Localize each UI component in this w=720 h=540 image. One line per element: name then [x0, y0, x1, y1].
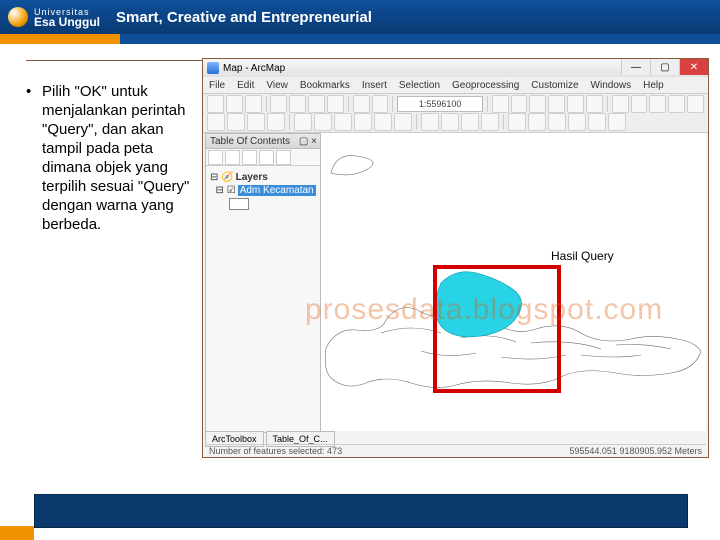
menubar[interactable]: File Edit View Bookmarks Insert Selectio…	[203, 77, 708, 93]
tool-icon[interactable]	[270, 95, 287, 113]
tool-icon[interactable]	[334, 113, 352, 131]
menu-geoprocessing[interactable]: Geoprocessing	[452, 80, 519, 91]
tool-icon[interactable]	[586, 95, 603, 113]
tool-icon[interactable]	[529, 95, 546, 113]
tool-icon[interactable]	[308, 95, 325, 113]
tool-icon[interactable]	[394, 113, 412, 131]
scale-field[interactable]: 1:5596100	[397, 96, 483, 112]
logo-icon	[8, 7, 28, 27]
close-button[interactable]: ✕	[679, 59, 708, 75]
app-icon	[207, 62, 219, 74]
tool-icon[interactable]	[492, 95, 509, 113]
slide-footer	[0, 492, 720, 540]
tool-icon[interactable]	[245, 95, 262, 113]
menu-bookmarks[interactable]: Bookmarks	[300, 80, 350, 91]
bullet-item: Pilih "OK" untuk menjalankan perintah "Q…	[26, 82, 196, 234]
minimize-button[interactable]: —	[621, 59, 650, 75]
label-hasil-query: Hasil Query	[551, 249, 614, 263]
layer-item[interactable]: ⊟ ☑ Adm Kecamatan	[210, 185, 316, 196]
tool-icon[interactable]	[354, 113, 372, 131]
tool-icon[interactable]	[441, 113, 459, 131]
menu-windows[interactable]: Windows	[591, 80, 632, 91]
slide-header: UniversitasEsa Unggul Smart, Creative an…	[0, 0, 720, 34]
highlight-box	[433, 265, 561, 393]
tool-icon[interactable]	[631, 95, 648, 113]
tool-icon[interactable]	[353, 95, 370, 113]
tool-icon[interactable]	[421, 113, 439, 131]
tagline: Smart, Creative and Entrepreneurial	[116, 9, 372, 26]
map-canvas[interactable]: Hasil Query prosesdata.blogspot.com	[321, 133, 706, 431]
tool-icon[interactable]	[481, 113, 499, 131]
titlebar: Map - ArcMap — ▢ ✕	[203, 59, 708, 77]
menu-file[interactable]: File	[209, 80, 225, 91]
tool-icon[interactable]	[687, 95, 704, 113]
tool-icon[interactable]	[267, 113, 285, 131]
tool-icon[interactable]	[548, 113, 566, 131]
layers-root[interactable]: ⊟ 🧭 Layers	[210, 172, 316, 183]
tool-icon[interactable]	[374, 113, 392, 131]
menu-insert[interactable]: Insert	[362, 80, 387, 91]
tool-icon[interactable]	[508, 113, 526, 131]
tool-icon[interactable]	[461, 113, 479, 131]
tool-icon[interactable]	[567, 95, 584, 113]
tool-icon[interactable]	[289, 95, 306, 113]
status-selection: Number of features selected: 473	[209, 446, 342, 456]
tool-icon[interactable]	[372, 95, 389, 113]
tool-icon[interactable]	[314, 113, 332, 131]
layer-swatch	[210, 198, 316, 210]
tool-icon[interactable]	[226, 95, 243, 113]
tool-icon[interactable]	[528, 113, 546, 131]
menu-view[interactable]: View	[266, 80, 288, 91]
tool-icon[interactable]	[568, 113, 586, 131]
tool-icon[interactable]	[668, 95, 685, 113]
menu-edit[interactable]: Edit	[237, 80, 254, 91]
toc-header: Table Of Contents▢ ×	[206, 134, 320, 149]
menu-help[interactable]: Help	[643, 80, 664, 91]
university-name: UniversitasEsa Unggul	[34, 7, 100, 28]
toc-icon[interactable]	[208, 150, 223, 165]
toc-icon[interactable]	[225, 150, 240, 165]
tool-icon[interactable]	[294, 113, 312, 131]
tool-icon[interactable]	[649, 95, 666, 113]
toc-toolbar	[206, 149, 320, 166]
tool-icon[interactable]	[207, 113, 225, 131]
status-bar: Number of features selected: 473 595544.…	[205, 444, 706, 457]
toolbar: 1:5596100	[203, 93, 708, 133]
tool-icon[interactable]	[327, 95, 344, 113]
toc-icon[interactable]	[259, 150, 274, 165]
tool-icon[interactable]	[548, 95, 565, 113]
tool-icon[interactable]	[612, 95, 629, 113]
table-of-contents-panel: Table Of Contents▢ × ⊟ 🧭 Layers ⊟ ☑ Adm …	[205, 133, 321, 433]
window-title: Map - ArcMap	[223, 63, 285, 74]
tool-icon[interactable]	[511, 95, 528, 113]
toc-icon[interactable]	[242, 150, 257, 165]
maximize-button[interactable]: ▢	[650, 59, 679, 75]
status-coords: 595544.051 9180905.952 Meters	[569, 446, 702, 456]
tool-icon[interactable]	[207, 95, 224, 113]
tool-icon[interactable]	[227, 113, 245, 131]
tool-icon[interactable]	[247, 113, 265, 131]
arcmap-screenshot: Map - ArcMap — ▢ ✕ File Edit View Bookma…	[202, 58, 709, 458]
menu-customize[interactable]: Customize	[531, 80, 578, 91]
toc-icon[interactable]	[276, 150, 291, 165]
bullet-text: Pilih "OK" untuk menjalankan perintah "Q…	[26, 82, 196, 234]
menu-selection[interactable]: Selection	[399, 80, 440, 91]
tool-icon[interactable]	[608, 113, 626, 131]
tool-icon[interactable]	[588, 113, 606, 131]
accent-bar	[0, 34, 720, 44]
